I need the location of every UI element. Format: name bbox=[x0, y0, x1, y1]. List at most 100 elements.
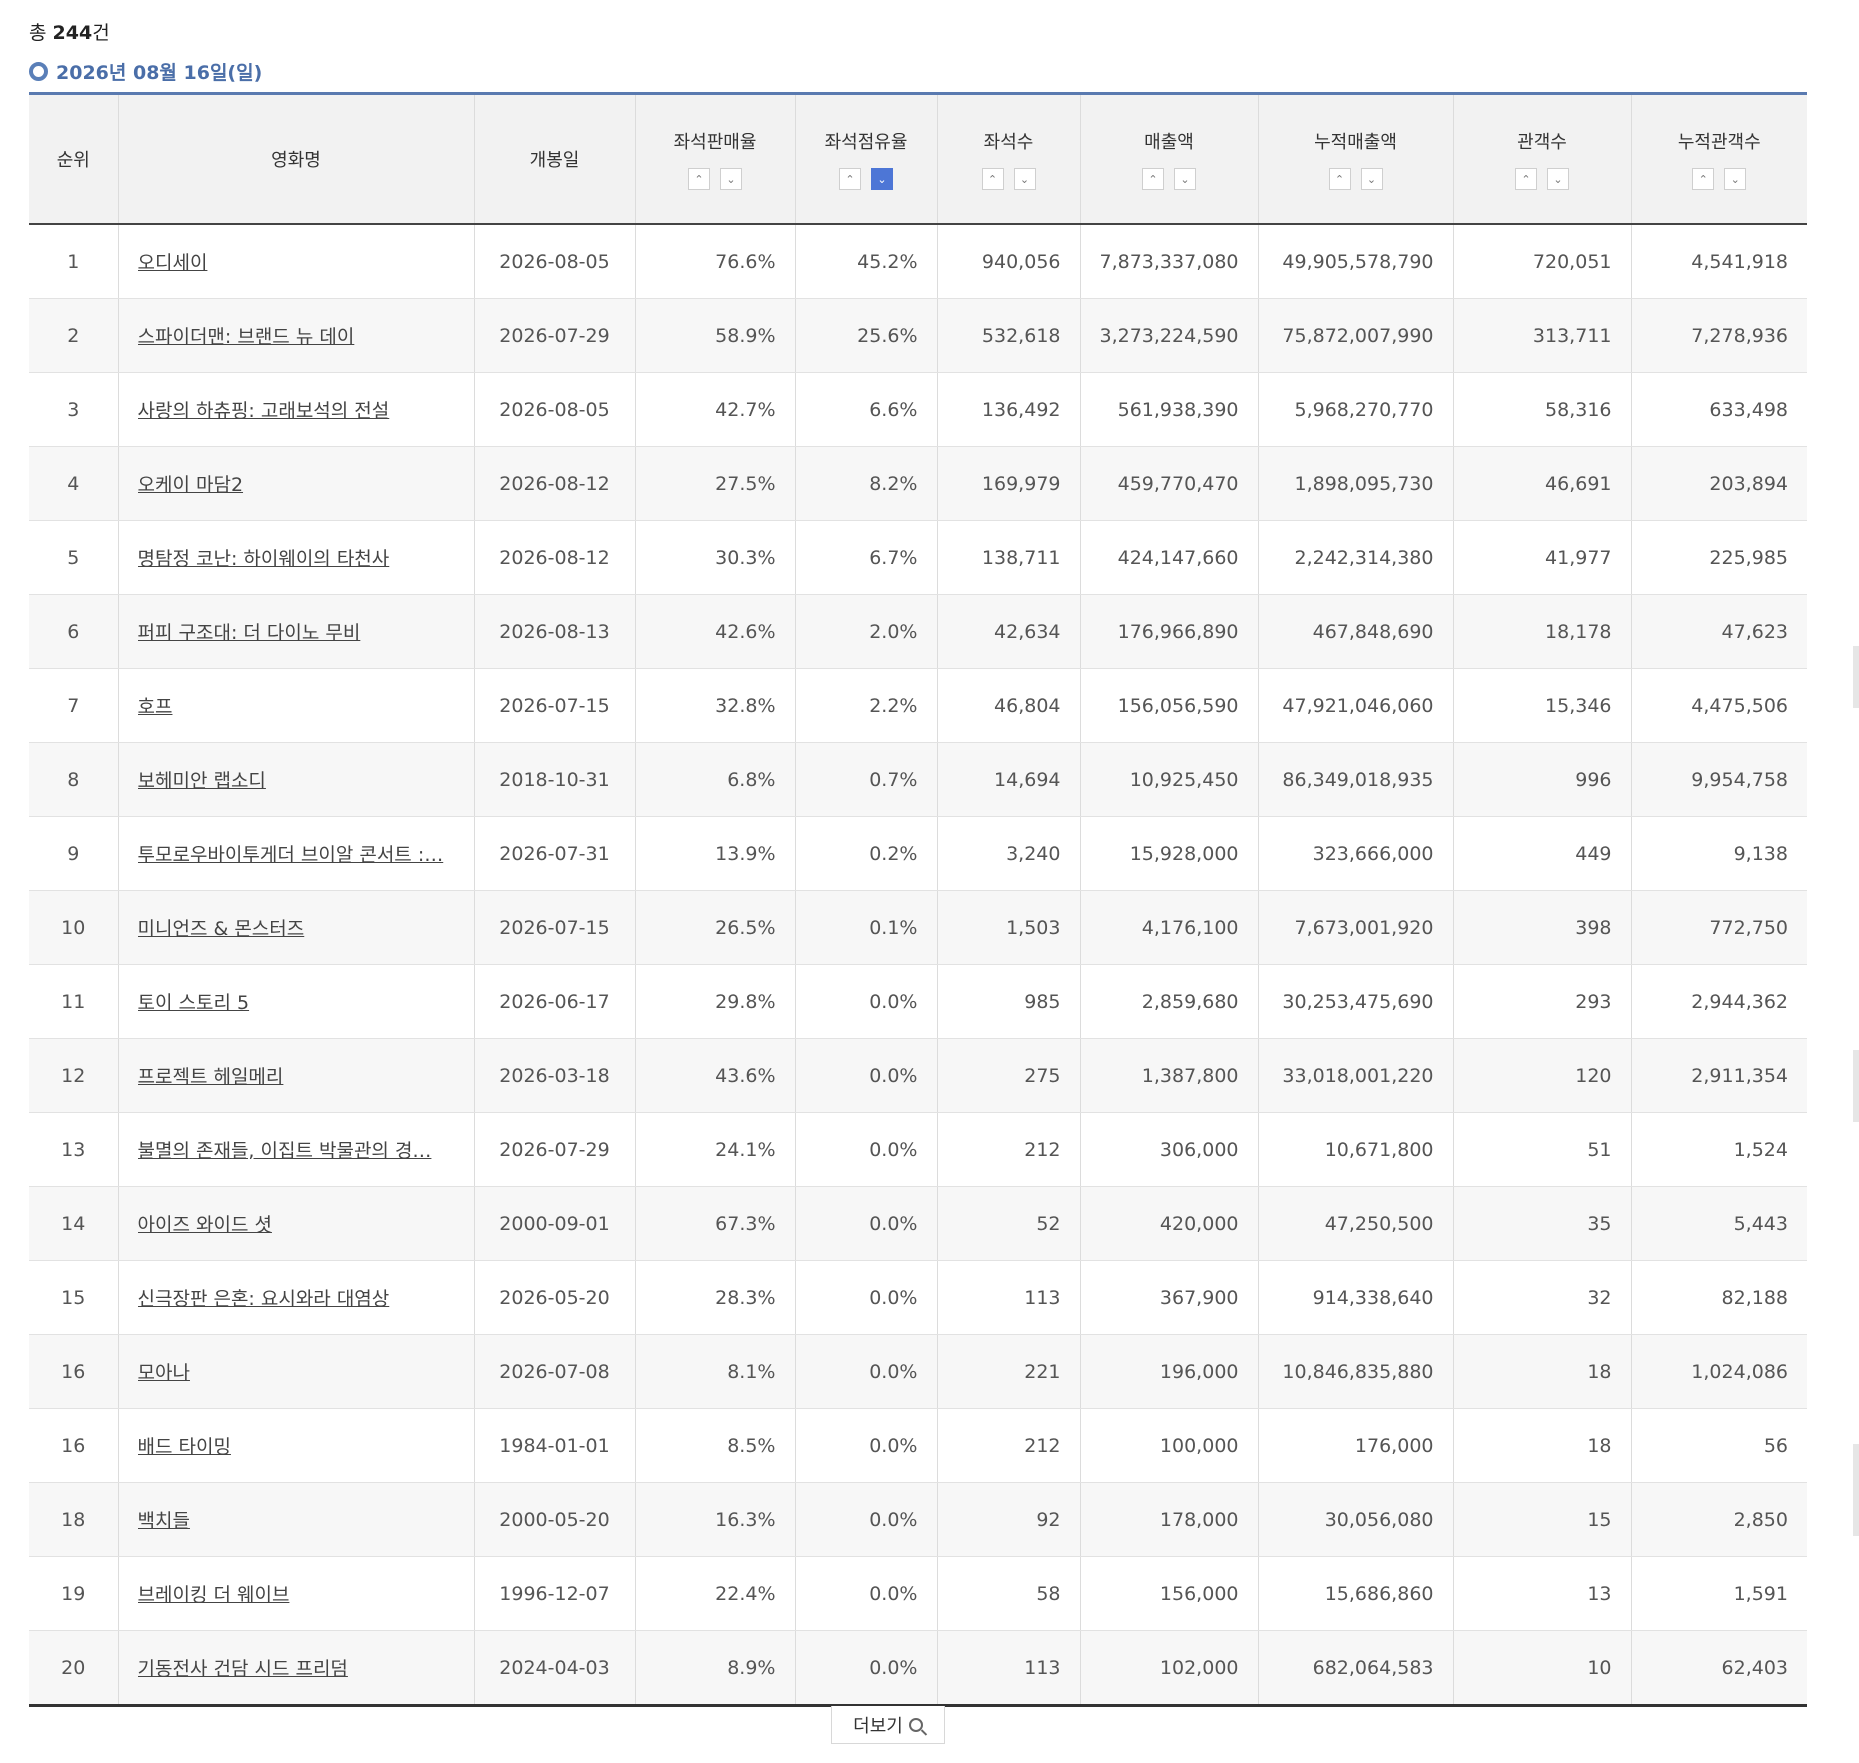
seats-cell: 42,634 bbox=[936, 594, 1080, 669]
cum-audience-cell: 2,911,354 bbox=[1630, 1038, 1807, 1113]
movie-title-link[interactable]: 퍼피 구조대: 더 다이노 무비 bbox=[138, 618, 455, 645]
revenue-cell: 10,925,450 bbox=[1079, 742, 1258, 817]
movie-title-link[interactable]: 호프 bbox=[138, 692, 455, 719]
sort-asc-revenue[interactable]: ⌃ bbox=[1142, 168, 1164, 190]
cum-audience-cell: 2,944,362 bbox=[1630, 964, 1807, 1039]
title-cell: 명탐정 코난: 하이웨이의 타천사 bbox=[117, 520, 474, 595]
movie-title-link[interactable]: 모아나 bbox=[138, 1358, 455, 1385]
movie-title-link[interactable]: 아이즈 와이드 셧 bbox=[138, 1210, 455, 1237]
table-row: 7 호프 2026-07-15 32.8% 2.2% 46,804 156,056,590 4… bbox=[29, 668, 1807, 743]
release-cell: 2026-07-31 bbox=[473, 816, 635, 891]
cum-revenue-cell: 10,671,800 bbox=[1257, 1112, 1453, 1187]
sort-desc-cum-revenue[interactable]: ⌄ bbox=[1360, 168, 1383, 190]
seats-cell: 92 bbox=[936, 1482, 1080, 1557]
cum-audience-cell: 203,894 bbox=[1630, 446, 1807, 521]
seat-share-cell: 0.0% bbox=[794, 1260, 937, 1335]
total-count: 총 244건 bbox=[29, 22, 110, 44]
col-rank: 순위 bbox=[29, 93, 118, 225]
rank-cell: 1 bbox=[29, 224, 118, 299]
sort-desc-cum-audience[interactable]: ⌄ bbox=[1724, 168, 1747, 190]
sort-desc-seats[interactable]: ⌄ bbox=[1013, 168, 1036, 190]
sort-asc-audience[interactable]: ⌃ bbox=[1515, 168, 1537, 190]
seat-sales-rate-cell: 30.3% bbox=[634, 520, 795, 595]
movie-title-link[interactable]: 스파이더맨: 브랜드 뉴 데이 bbox=[138, 322, 455, 349]
revenue-cell: 2,859,680 bbox=[1079, 964, 1258, 1039]
movie-title-link[interactable]: 백치들 bbox=[138, 1506, 455, 1533]
date-label: 2026년 08월 16일(일) bbox=[56, 62, 263, 84]
revenue-cell: 100,000 bbox=[1079, 1408, 1258, 1483]
seat-share-cell: 6.7% bbox=[794, 520, 937, 595]
table-row: 12 프로젝트 헤일메리 2026-03-18 43.6% 0.0% 275 1,387,8… bbox=[29, 1038, 1807, 1113]
cum-revenue-cell: 1,898,095,730 bbox=[1257, 446, 1453, 521]
seats-cell: 985 bbox=[936, 964, 1080, 1039]
movie-title-link[interactable]: 프로젝트 헤일메리 bbox=[138, 1062, 455, 1089]
table-row: 9 투모로우바이투게더 브이알 콘서트 :… 2026-07-31 13.9% 0.2%… bbox=[29, 816, 1807, 891]
audience-cell: 996 bbox=[1452, 742, 1631, 817]
cum-revenue-cell: 914,338,640 bbox=[1257, 1260, 1453, 1335]
title-cell: 투모로우바이투게더 브이알 콘서트 :… bbox=[117, 816, 474, 891]
movie-title-link[interactable]: 오디세이 bbox=[138, 248, 455, 275]
seat-sales-rate-cell: 22.4% bbox=[634, 1556, 795, 1631]
rank-cell: 2 bbox=[29, 298, 118, 373]
table-row: 19 브레이킹 더 웨이브 1996-12-07 22.4% 0.0% 58 156,000… bbox=[29, 1556, 1807, 1631]
revenue-cell: 1,387,800 bbox=[1079, 1038, 1258, 1113]
audience-cell: 313,711 bbox=[1452, 298, 1631, 373]
release-cell: 2018-10-31 bbox=[473, 742, 635, 817]
release-cell: 2000-05-20 bbox=[473, 1482, 635, 1557]
movie-title-link[interactable]: 불멸의 존재들, 이집트 박물관의 경… bbox=[138, 1136, 455, 1163]
audience-cell: 293 bbox=[1452, 964, 1631, 1039]
sort-asc-cum-revenue[interactable]: ⌃ bbox=[1328, 168, 1351, 190]
revenue-cell: 367,900 bbox=[1079, 1260, 1258, 1335]
header-row: 순위 영화명 개봉일 좌석판매율 ⌃ ⌄ 좌석점유율 ⌃ ⌄ 좌석수 ⌃ ⌄ 매출액 … bbox=[29, 93, 1807, 225]
movie-title-link[interactable]: 명탐정 코난: 하이웨이의 타천사 bbox=[138, 544, 455, 571]
sort-desc-seat-share[interactable]: ⌄ bbox=[871, 168, 893, 190]
seat-share-cell: 45.2% bbox=[794, 224, 937, 299]
table-row: 1 오디세이 2026-08-05 76.6% 45.2% 940,056 7,873,33… bbox=[29, 224, 1807, 299]
cum-audience-cell: 225,985 bbox=[1630, 520, 1807, 595]
table-row: 4 오케이 마담2 2026-08-12 27.5% 8.2% 169,979 459,77… bbox=[29, 446, 1807, 521]
seat-share-cell: 0.0% bbox=[794, 1408, 937, 1483]
seat-sales-rate-cell: 16.3% bbox=[634, 1482, 795, 1557]
sort-asc-seat-sales-rate[interactable]: ⌃ bbox=[688, 168, 710, 190]
audience-cell: 398 bbox=[1452, 890, 1631, 965]
rank-cell: 14 bbox=[29, 1186, 118, 1261]
seats-cell: 1,503 bbox=[936, 890, 1080, 965]
release-cell: 1996-12-07 bbox=[473, 1556, 635, 1631]
sort-asc-cum-audience[interactable]: ⌃ bbox=[1692, 168, 1715, 190]
movie-title-link[interactable]: 배드 타이밍 bbox=[138, 1432, 455, 1459]
table-row: 8 보헤미안 랩소디 2018-10-31 6.8% 0.7% 14,694 10,925,… bbox=[29, 742, 1807, 817]
seat-sales-rate-cell: 6.8% bbox=[634, 742, 795, 817]
rank-cell: 16 bbox=[29, 1334, 118, 1409]
release-cell: 2026-07-15 bbox=[473, 890, 635, 965]
seats-cell: 113 bbox=[936, 1630, 1080, 1706]
seat-share-cell: 0.0% bbox=[794, 1334, 937, 1409]
movie-title-link[interactable]: 신극장판 은혼: 요시와라 대염상 bbox=[138, 1284, 455, 1311]
table-row: 10 미니언즈 & 몬스터즈 2026-07-15 26.5% 0.1% 1,503 4,1… bbox=[29, 890, 1807, 965]
movie-title-link[interactable]: 기동전사 건담 시드 프리덤 bbox=[138, 1654, 455, 1681]
cum-revenue-cell: 30,253,475,690 bbox=[1257, 964, 1453, 1039]
audience-cell: 720,051 bbox=[1452, 224, 1631, 299]
revenue-cell: 4,176,100 bbox=[1079, 890, 1258, 965]
seats-cell: 275 bbox=[936, 1038, 1080, 1113]
movie-title-link[interactable]: 투모로우바이투게더 브이알 콘서트 :… bbox=[138, 840, 455, 867]
seat-sales-rate-cell: 8.1% bbox=[634, 1334, 795, 1409]
seat-share-cell: 25.6% bbox=[794, 298, 937, 373]
movie-title-link[interactable]: 보헤미안 랩소디 bbox=[138, 766, 455, 793]
movie-title-link[interactable]: 미니언즈 & 몬스터즈 bbox=[138, 914, 455, 941]
title-cell: 모아나 bbox=[117, 1334, 474, 1409]
seat-sales-rate-cell: 42.7% bbox=[634, 372, 795, 447]
sort-asc-seat-share[interactable]: ⌃ bbox=[839, 168, 861, 190]
movie-title-link[interactable]: 토이 스토리 5 bbox=[138, 988, 455, 1015]
cum-revenue-cell: 86,349,018,935 bbox=[1257, 742, 1453, 817]
sort-desc-revenue[interactable]: ⌄ bbox=[1174, 168, 1196, 190]
movie-title-link[interactable]: 브레이킹 더 웨이브 bbox=[138, 1580, 455, 1607]
movie-title-link[interactable]: 오케이 마담2 bbox=[138, 470, 455, 497]
sort-desc-audience[interactable]: ⌄ bbox=[1547, 168, 1569, 190]
cum-audience-cell: 5,443 bbox=[1630, 1186, 1807, 1261]
more-button[interactable]: 더보기 bbox=[831, 1706, 945, 1744]
sort-desc-seat-sales-rate[interactable]: ⌄ bbox=[720, 168, 742, 190]
movie-title-link[interactable]: 사랑의 하츄핑: 고래보석의 전설 bbox=[138, 396, 455, 423]
revenue-cell: 196,000 bbox=[1079, 1334, 1258, 1409]
sort-asc-seats[interactable]: ⌃ bbox=[981, 168, 1004, 190]
audience-cell: 32 bbox=[1452, 1260, 1631, 1335]
